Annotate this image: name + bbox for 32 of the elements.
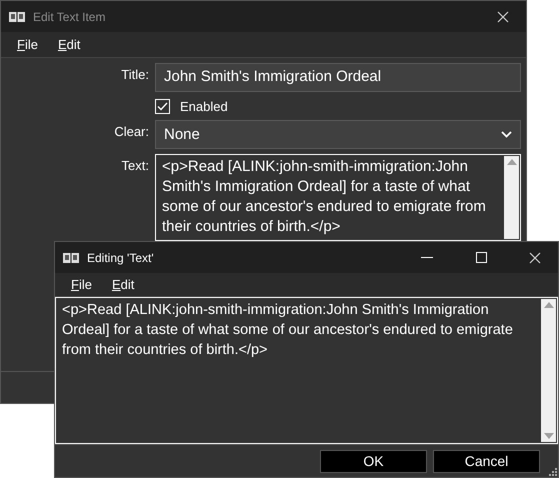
field-label: Text:: [122, 157, 149, 173]
text-content: <p>Read [ALINK:john-smith-immigration:John Smith's Immigration Ordeal] for a taste of what some of our ancestor's endured to emigrate from their countries of birth.</p>: [61, 301, 514, 360]
scrollbar[interactable]: [541, 299, 556, 442]
field-label: Title:: [121, 66, 149, 82]
chevron-down-icon: [501, 131, 512, 138]
title-field[interactable]: John Smith's Immigration Ordeal: [155, 63, 521, 92]
scrollbar[interactable]: [504, 156, 519, 239]
clear-dropdown[interactable]: None: [155, 120, 521, 149]
window-title: Edit Text Item: [33, 10, 106, 24]
menu-item[interactable]: Edit: [52, 35, 86, 54]
text-content: <p>Read [ALINK:john-smith-immigration:John Smith's Immigration Ordeal] for a taste of what some of our ancestor's endured to emigrate from their countries of birth.</p>: [161, 157, 487, 237]
checkbox[interactable]: [155, 98, 170, 114]
text-area[interactable]: <p>Read [ALINK:john-smith-immigration:John Smith's Immigration Ordeal] for a taste of what some of our ancestor's endured to emigrate from their countries of birth.</p>: [55, 297, 558, 444]
resize-grip-icon[interactable]: [549, 468, 557, 476]
minimize-icon: [421, 256, 433, 258]
field-label: Clear:: [114, 123, 149, 139]
menu-item[interactable]: File: [11, 35, 44, 54]
scroll-up-icon[interactable]: [506, 159, 516, 165]
checkbox-label: Enabled: [180, 98, 228, 114]
menu-item[interactable]: Edit: [106, 275, 140, 294]
window-title: Editing 'Text': [87, 250, 155, 264]
book-icon: [9, 10, 25, 22]
scroll-up-icon[interactable]: [544, 302, 554, 308]
menu-item[interactable]: File: [65, 275, 98, 294]
maximize-icon: [476, 252, 486, 263]
scroll-down-icon[interactable]: [544, 433, 554, 439]
book-icon: [63, 252, 79, 264]
text-area[interactable]: <p>Read [ALINK:john-smith-immigration:John Smith's Immigration Ordeal] for a taste of what some of our ancestor's endured to emigrate from their countries of birth.</p>: [155, 154, 521, 241]
close-icon: [529, 252, 541, 264]
dialog-button[interactable]: OK: [320, 450, 427, 472]
dialog-button[interactable]: Cancel: [433, 450, 540, 472]
close-icon: [497, 10, 509, 22]
